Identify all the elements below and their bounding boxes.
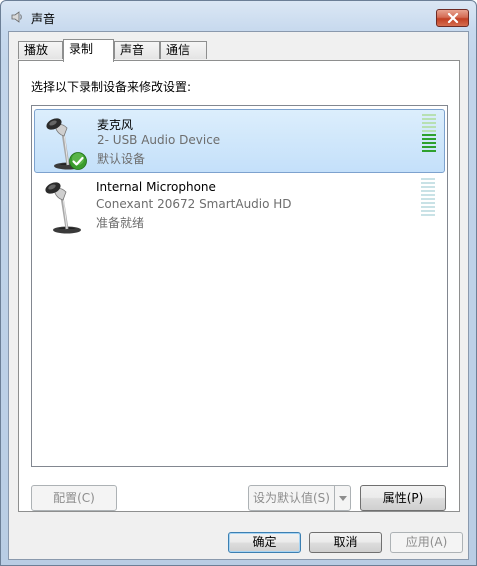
tab-communications[interactable]: 通信	[160, 41, 207, 59]
device-status: 默认设备	[97, 152, 146, 166]
set-default-label: 设为默认值(S)	[253, 491, 330, 505]
device-description: 2- USB Audio Device	[97, 133, 221, 147]
microphone-icon	[40, 178, 90, 234]
level-meter-segment	[421, 210, 435, 212]
level-meter-segment	[421, 194, 435, 196]
level-meter-segment	[421, 214, 435, 216]
properties-button[interactable]: 属性(P)	[360, 485, 446, 511]
level-meter-segment	[422, 130, 436, 132]
close-icon	[447, 13, 458, 23]
level-meter	[421, 178, 435, 218]
level-meter-segment	[421, 182, 435, 184]
cancel-button[interactable]: 取消	[309, 532, 382, 553]
instruction-text: 选择以下录制设备来修改设置:	[31, 80, 192, 94]
device-list[interactable]: 麦克风 2- USB Audio Device 默认设备 Internal Mi…	[31, 105, 448, 467]
close-button[interactable]	[436, 9, 469, 27]
window-title: 声音	[31, 12, 56, 26]
tab-recording[interactable]: 录制	[63, 39, 114, 62]
level-meter-segment	[422, 134, 436, 136]
level-meter-segment	[422, 114, 436, 116]
level-meter	[422, 114, 436, 154]
tab-playback[interactable]: 播放	[18, 41, 63, 59]
level-meter-segment	[421, 202, 435, 204]
recording-panel: 选择以下录制设备来修改设置: 麦克风 2- USB Audio Device 默…	[18, 60, 460, 512]
level-meter-segment	[421, 190, 435, 192]
level-meter-segment	[421, 198, 435, 200]
level-meter-segment	[422, 118, 436, 120]
level-meter-segment	[422, 146, 436, 148]
level-meter-segment	[422, 122, 436, 124]
speaker-icon	[10, 10, 24, 24]
device-item-internal-microphone[interactable]: Internal Microphone Conexant 20672 Smart…	[34, 174, 445, 238]
ok-button[interactable]: 确定	[228, 532, 301, 553]
level-meter-segment	[421, 186, 435, 188]
level-meter-segment	[421, 178, 435, 180]
level-meter-segment	[422, 138, 436, 140]
device-description: Conexant 20672 SmartAudio HD	[96, 197, 292, 211]
set-default-dropdown[interactable]	[334, 486, 350, 510]
device-item-usb-microphone[interactable]: 麦克风 2- USB Audio Device 默认设备	[34, 109, 445, 173]
level-meter-segment	[422, 142, 436, 144]
device-name: 麦克风	[97, 118, 134, 132]
tab-sounds[interactable]: 声音	[114, 41, 160, 59]
apply-button[interactable]: 应用(A)	[390, 532, 463, 553]
dialog-client: 播放 录制 声音 通信 选择以下录制设备来修改设置: 麦克风 2- USB Au…	[8, 31, 469, 560]
title-bar: 声音	[1, 1, 476, 31]
device-status: 准备就绪	[96, 216, 145, 230]
default-check-icon	[69, 152, 87, 170]
configure-button[interactable]: 配置(C)	[31, 485, 117, 511]
set-default-button[interactable]: 设为默认值(S)	[248, 485, 351, 511]
level-meter-segment	[422, 126, 436, 128]
device-name: Internal Microphone	[96, 180, 216, 194]
level-meter-segment	[422, 150, 436, 152]
level-meter-segment	[421, 206, 435, 208]
chevron-down-icon	[338, 495, 347, 501]
sound-dialog: 声音 播放 录制 声音 通信 选择以下录制设备来修改设置: 麦克风 2- USB…	[0, 0, 477, 566]
